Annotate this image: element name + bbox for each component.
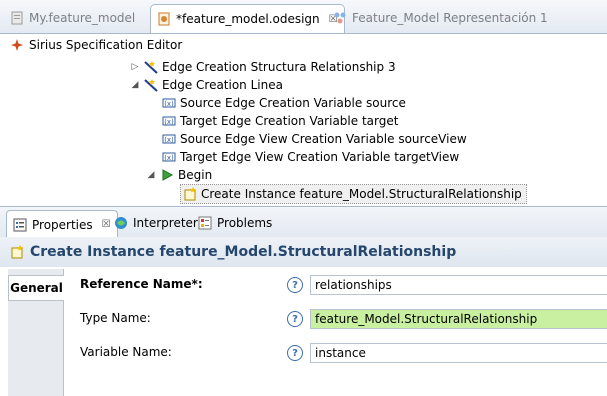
tree-item-label: Source Edge View Creation Variable sourc… <box>180 132 467 146</box>
tab-label: Properties <box>32 217 93 232</box>
tree-item[interactable]: (x) Source Edge View Creation Variable s… <box>162 130 467 148</box>
tab-label: Problems <box>217 216 273 230</box>
svg-text:(x): (x) <box>164 136 174 144</box>
svg-text:(x): (x) <box>164 118 174 126</box>
tab-label: *feature_model.odesign <box>176 12 320 26</box>
reference-name-field[interactable]: relationships <box>310 275 607 295</box>
svg-text:(x): (x) <box>164 100 174 108</box>
properties-title: Create Instance feature_Model.Structural… <box>30 244 457 260</box>
variable-name-field[interactable]: instance <box>310 343 607 363</box>
type-name-label: Type Name: <box>80 311 151 325</box>
tree-item[interactable]: (x) Target Edge View Creation Variable t… <box>162 148 459 166</box>
tree-item[interactable]: ◢ Edge Creation Linea <box>130 76 283 94</box>
variable-icon: (x) <box>162 116 176 126</box>
tree-item-label: Edge Creation Structura Relationship 3 <box>162 60 396 74</box>
tree-item[interactable]: (x) Target Edge Creation Variable target <box>162 112 398 130</box>
tree-item-label: Target Edge View Creation Variable targe… <box>180 150 460 164</box>
tab-general[interactable]: General <box>8 275 64 301</box>
field-value: feature_Model.StructuralRelationship <box>315 312 538 326</box>
sirius-icon <box>11 39 23 51</box>
tree-item-label: Target Edge Creation Variable target <box>180 114 399 128</box>
svg-text:(x): (x) <box>164 154 174 162</box>
tree-item[interactable]: ▷ Edge Creation Structura Relationship 3 <box>130 58 396 76</box>
tree-item-label: Edge Creation Linea <box>162 78 283 92</box>
close-icon[interactable]: ☒ <box>102 219 111 230</box>
tree-item-selected[interactable]: Create Instance feature_Model.Structural… <box>180 184 527 204</box>
tree-item-label: Begin <box>178 168 213 182</box>
collapse-arrow-icon[interactable]: ◢ <box>130 80 140 90</box>
editor-title: Sirius Specification Editor <box>29 38 183 52</box>
help-icon[interactable]: ? <box>287 311 303 327</box>
tab-label: My.feature_model <box>29 11 136 25</box>
editor-tab-bar: My.feature_model *feature_model.odesign … <box>0 0 607 34</box>
properties-icon <box>13 218 27 231</box>
field-value: instance <box>315 346 366 360</box>
tab-feature-model-odesign[interactable]: *feature_model.odesign ☒ <box>150 4 345 33</box>
tab-feature-model-representation[interactable]: Feature_Model Representación 1 <box>333 6 548 30</box>
collapse-arrow-icon[interactable]: ◢ <box>146 170 156 180</box>
specification-tree: ▷ Edge Creation Structura Relationship 3… <box>0 56 607 206</box>
expand-arrow-icon[interactable]: ▷ <box>130 62 140 72</box>
field-value: relationships <box>315 278 392 292</box>
tree-item[interactable]: (x) Source Edge Creation Variable source <box>162 94 406 112</box>
tab-problems[interactable]: Problems <box>198 211 272 235</box>
editor-header: Sirius Specification Editor <box>0 34 607 56</box>
tree-item-label: Create Instance feature_Model.Structural… <box>201 187 522 201</box>
variable-icon: (x) <box>162 152 176 162</box>
variable-name-label: Variable Name: <box>80 345 172 359</box>
diagram-icon <box>334 12 346 24</box>
help-icon[interactable]: ? <box>287 345 303 361</box>
model-file-icon <box>11 11 23 25</box>
tab-label: Feature_Model Representación 1 <box>352 11 548 25</box>
tab-interpreter[interactable]: Interpreter <box>114 211 198 235</box>
variable-icon: (x) <box>162 98 176 108</box>
type-name-field[interactable]: feature_Model.StructuralRelationship <box>310 309 607 329</box>
tab-properties[interactable]: Properties ☒ <box>6 210 118 238</box>
variable-icon: (x) <box>162 134 176 144</box>
properties-title-bar: Create Instance feature_Model.Structural… <box>0 237 607 267</box>
tab-label: Interpreter <box>133 216 198 230</box>
odesign-file-icon <box>158 12 170 26</box>
tab-label: General <box>10 281 63 295</box>
tree-item-label: Source Edge Creation Variable source <box>180 96 406 110</box>
help-icon[interactable]: ? <box>287 277 303 293</box>
properties-side-panel: General <box>8 269 64 396</box>
interpreter-icon <box>115 217 127 229</box>
tree-item[interactable]: ◢ Begin <box>146 166 213 184</box>
problems-icon <box>198 216 212 230</box>
edge-creation-icon <box>144 79 158 92</box>
tab-my-feature-model[interactable]: My.feature_model <box>10 6 135 30</box>
edge-creation-icon <box>144 61 158 74</box>
begin-arrow-icon <box>162 169 174 181</box>
create-instance-icon <box>11 245 23 259</box>
create-instance-icon <box>184 187 196 201</box>
reference-name-label: Reference Name*: <box>80 277 203 291</box>
view-tab-bar: Properties ☒ Interpreter Problems <box>0 206 607 238</box>
